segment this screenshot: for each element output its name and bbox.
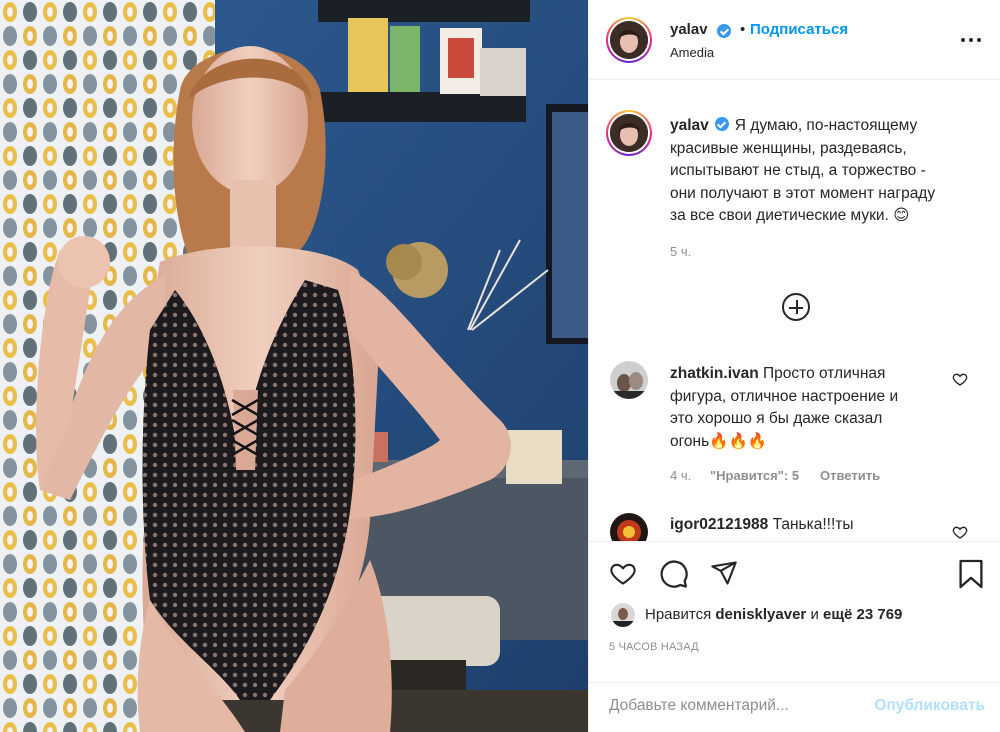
comment-icon[interactable] [659, 559, 689, 589]
likes-prefix: Нравится [645, 606, 712, 623]
caption-line-4: они получают в этот момент награду [670, 184, 936, 202]
caption-avatar-image [610, 114, 648, 152]
likes-conjunction: и [810, 606, 819, 623]
post-photo[interactable] [0, 0, 588, 732]
verified-badge-icon [717, 24, 731, 38]
share-icon[interactable] [709, 559, 739, 587]
comment-like-heart-icon[interactable] [952, 371, 968, 387]
more-options-icon[interactable] [961, 30, 983, 50]
comment-username[interactable]: igor02121988 [670, 516, 768, 533]
post-actions: Нравится denisklyaver и ещё 23 769 5 ЧАС… [589, 541, 1000, 731]
post-photo-image [0, 0, 588, 732]
comment-line-1: Просто отличная [763, 365, 886, 382]
comment-avatar-zhatkin[interactable] [610, 361, 648, 399]
comment-likes-count[interactable]: "Нравится": 5 [710, 468, 799, 483]
comment-line-2: фигура, отличное настроение и [670, 387, 899, 405]
comments-list[interactable]: yalav Я думаю, по-настоящему красивые жен… [589, 81, 1000, 541]
caption-verified-badge-icon [714, 117, 729, 131]
header-separator: • [740, 21, 746, 38]
author-avatar[interactable] [606, 17, 652, 63]
instagram-post-modal: yalav • Подписаться Amedia yalav Я думаю… [0, 0, 1000, 732]
follow-button[interactable]: Подписаться [750, 21, 848, 38]
post-timestamp[interactable]: 5 ЧАСОВ НАЗАД [609, 641, 699, 653]
caption: yalav Я думаю, по-настоящему красивые жен… [670, 115, 990, 228]
comment-line-1: Танька!!!ты [772, 516, 854, 533]
caption-time: 5 ч. [670, 244, 692, 259]
post-header: yalav • Подписаться Amedia [589, 0, 1000, 80]
caption-line-2: красивые женщины, раздеваясь, [670, 139, 907, 157]
liker-avatar-image [611, 603, 635, 627]
comment-text: igor02121988 Танька!!!ты [670, 514, 960, 537]
comment-avatar-igor[interactable] [610, 513, 648, 541]
liker-username[interactable]: denisklyaver [715, 606, 806, 623]
heart-icon[interactable] [608, 559, 638, 587]
load-more-comments-icon[interactable] [782, 293, 810, 321]
caption-line-5: за все свои диетические муки. 😊 [670, 207, 910, 224]
liker-avatar[interactable] [611, 603, 635, 627]
comment-username[interactable]: zhatkin.ivan [670, 365, 759, 382]
bookmark-icon[interactable] [958, 558, 984, 590]
comment-text: zhatkin.ivan Просто отличная фигура, отл… [670, 363, 960, 453]
comment-like-heart-icon[interactable] [952, 524, 968, 540]
likes-count-button[interactable]: ещё 23 769 [823, 606, 902, 623]
comment-composer: Добавьте комментарий... Опубликовать [589, 682, 1000, 732]
caption-username[interactable]: yalav [670, 117, 709, 134]
comment-reply-button[interactable]: Ответить [820, 468, 880, 483]
comment-time: 4 ч. [670, 468, 692, 483]
likes-summary: Нравится denisklyaver и ещё 23 769 [645, 606, 902, 623]
author-username[interactable]: yalav [670, 21, 708, 38]
caption-line-1: Я думаю, по-настоящему [734, 117, 918, 134]
post-side-panel: yalav • Подписаться Amedia yalav Я думаю… [588, 0, 1000, 732]
post-location-link[interactable]: Amedia [670, 45, 714, 60]
comment-line-4: огонь🔥🔥🔥 [670, 432, 768, 450]
publish-comment-button[interactable]: Опубликовать [874, 697, 985, 715]
comment-input[interactable]: Добавьте комментарий... [609, 697, 789, 715]
caption-line-3: испытывают не стыд, а торжество - [670, 162, 926, 179]
comment-line-3: это хорошо я бы даже сказал [670, 410, 883, 427]
caption-author-avatar[interactable] [606, 110, 652, 156]
commenter-avatar-image [610, 513, 648, 541]
commenter-avatar-image [610, 361, 648, 399]
author-avatar-image [610, 21, 648, 59]
